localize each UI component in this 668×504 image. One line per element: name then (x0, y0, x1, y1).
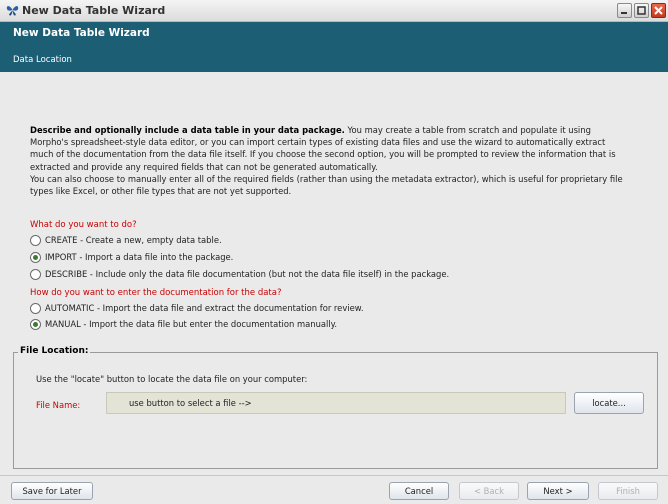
radio-create[interactable]: CREATE - Create a new, empty data table. (30, 234, 222, 246)
minimize-icon (621, 12, 627, 14)
file-location-panel: File Location: Use the "locate" button t… (13, 346, 658, 469)
radio-create-label: CREATE - Create a new, empty data table. (45, 235, 222, 245)
radio-automatic[interactable]: AUTOMATIC - Import the data file and ext… (30, 302, 364, 314)
wizard-step-title: Data Location (13, 55, 72, 65)
radio-button[interactable] (30, 234, 41, 246)
wizard-title: New Data Table Wizard (13, 27, 150, 39)
radio-button-selected[interactable] (30, 251, 41, 263)
morpho-butterfly-icon (6, 6, 19, 16)
close-button[interactable] (651, 3, 666, 18)
radio-manual-label: MANUAL - Import the data file but enter … (45, 319, 338, 329)
window-titlebar[interactable]: New Data Table Wizard (0, 0, 668, 22)
locate-button[interactable]: locate... (574, 392, 644, 414)
radio-button[interactable] (30, 268, 41, 280)
radio-manual[interactable]: MANUAL - Import the data file but enter … (30, 318, 337, 330)
file-name-field: use button to select a file --> (106, 392, 566, 414)
back-button[interactable]: < Back (459, 482, 519, 500)
radio-automatic-label: AUTOMATIC - Import the data file and ext… (45, 303, 364, 313)
minimize-button[interactable] (617, 3, 632, 18)
window-title: New Data Table Wizard (22, 4, 166, 17)
next-button[interactable]: Next > (527, 482, 589, 500)
intro-paragraph-2: You can also choose to manually enter al… (30, 173, 623, 197)
maximize-button[interactable] (634, 3, 649, 18)
save-for-later-button[interactable]: Save for Later (11, 482, 93, 500)
intro-text: Describe and optionally include a data t… (30, 124, 630, 197)
file-location-legend: File Location: (18, 346, 91, 356)
radio-import-label: IMPORT - Import a data file into the pac… (45, 252, 234, 262)
question-documentation-entry: How do you want to enter the documentati… (30, 288, 282, 298)
radio-button[interactable] (30, 302, 41, 314)
maximize-icon (637, 6, 646, 15)
cancel-button[interactable]: Cancel (389, 482, 449, 500)
file-location-hint: Use the "locate" button to locate the da… (36, 374, 308, 384)
wizard-content: Describe and optionally include a data t… (0, 72, 668, 475)
file-name-label: File Name: (36, 400, 81, 410)
radio-describe[interactable]: DESCRIBE - Include only the data file do… (30, 268, 449, 280)
radio-button-selected[interactable] (30, 318, 41, 330)
question-what-to-do: What do you want to do? (30, 220, 137, 230)
finish-button[interactable]: Finish (598, 482, 658, 500)
wizard-header: New Data Table Wizard Data Location (0, 22, 668, 72)
wizard-footer: Save for Later Cancel < Back Next > Fini… (0, 475, 668, 504)
radio-import[interactable]: IMPORT - Import a data file into the pac… (30, 251, 233, 263)
close-icon (654, 6, 663, 15)
radio-describe-label: DESCRIBE - Include only the data file do… (45, 269, 450, 279)
intro-heading: Describe and optionally include a data t… (30, 125, 345, 135)
